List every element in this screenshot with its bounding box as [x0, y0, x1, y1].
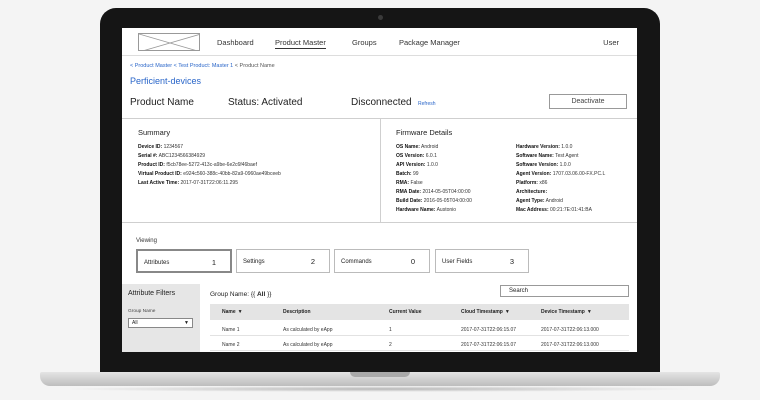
firmware-title: Firmware Details — [396, 128, 453, 137]
cell-device-timestamp: 2017-07-31T22:06:13.000 — [541, 327, 599, 333]
screen: Dashboard Product Master Groups Package … — [122, 28, 637, 352]
firmware-field: Architecture: — [516, 189, 548, 195]
firmware-field: Batch: 99 — [396, 171, 419, 177]
product-status: Status: Activated — [228, 97, 303, 108]
firmware-field: Platform: x86 — [516, 180, 548, 186]
summary-field: Serial #: ABC1234566384929 — [138, 153, 206, 159]
caret-down-icon: ▼ — [184, 320, 189, 326]
top-nav: Dashboard Product Master Groups Package … — [122, 28, 637, 56]
deactivate-button[interactable]: Deactivate — [549, 94, 627, 109]
summary-list: Device ID: 1234567 Serial #: ABC12345663… — [138, 143, 281, 188]
column-description-header[interactable]: Description — [283, 309, 311, 315]
laptop-notch — [350, 372, 410, 377]
firmware-field: API Version: 1.0.0 — [396, 162, 438, 168]
nav-user[interactable]: User — [603, 38, 619, 47]
tab-count: 3 — [509, 257, 514, 266]
firmware-field: Agent Version: 1707.03.06.00-FX.PC.L — [516, 171, 606, 177]
group-name-label: Group Name — [128, 309, 156, 314]
nav-package-manager[interactable]: Package Manager — [399, 38, 460, 47]
connection-status: Disconnected — [351, 97, 412, 108]
cell-description: As calculated by eApp — [283, 327, 333, 333]
firmware-field: RMA: False — [396, 180, 423, 186]
breadcrumb-product-master[interactable]: < Product Master — [130, 63, 172, 69]
caret-down-icon: ▼ — [586, 309, 592, 315]
product-name: Product Name — [130, 97, 194, 108]
cell-current-value: 2 — [389, 342, 392, 348]
org-subtitle[interactable]: Perficient-devices — [130, 76, 201, 86]
divider — [380, 118, 381, 222]
tab-commands[interactable]: Commands 0 — [334, 249, 430, 273]
camera-icon — [378, 15, 383, 20]
attribute-filters-panel: Attribute Filters Group Name All ▼ — [122, 284, 200, 352]
tab-count: 0 — [410, 257, 415, 266]
cell-name: Name 1 — [222, 327, 240, 333]
tab-user-fields[interactable]: User Fields 3 — [435, 249, 529, 273]
caret-down-icon: ▼ — [504, 309, 510, 315]
column-current-value-header[interactable]: Current Value — [389, 309, 422, 315]
filters-title: Attribute Filters — [128, 290, 176, 297]
tab-label: Attributes — [144, 260, 170, 266]
caret-down-icon: ▼ — [237, 309, 243, 315]
divider — [122, 222, 637, 223]
search-input[interactable]: Search — [500, 285, 629, 297]
column-device-timestamp-header[interactable]: Device Timestamp ▼ — [541, 309, 592, 315]
breadcrumb-test-product[interactable]: < Test Product: Master 1 — [174, 63, 234, 69]
summary-title: Summary — [138, 128, 171, 137]
firmware-field: Agent Type: Android — [516, 198, 563, 204]
nav-groups[interactable]: Groups — [352, 38, 377, 47]
firmware-field: RMA Date: 2014-05-05T04:00:00 — [396, 189, 471, 195]
viewing-label: Viewing — [136, 238, 157, 244]
group-name-heading: Group Name: {{ All }} — [210, 291, 272, 298]
summary-field: Last Active Time: 2017-07-31T22:06:11.29… — [138, 180, 238, 186]
laptop-shadow — [60, 386, 700, 392]
nav-dashboard[interactable]: Dashboard — [217, 38, 254, 47]
tab-label: Settings — [243, 259, 265, 265]
refresh-link[interactable]: Refresh — [418, 101, 436, 107]
tab-attributes[interactable]: Attributes 1 — [136, 249, 232, 273]
summary-field: Product ID: f5cb78ee-5272-413c-a9be-6e2c… — [138, 162, 257, 168]
tab-count: 2 — [310, 257, 315, 266]
firmware-field: Mac Address: 00:21:7E:01:41:BA — [516, 207, 592, 213]
firmware-list-left: OS Name: Android OS Version: 6.0.1 API V… — [396, 143, 472, 215]
cell-cloud-timestamp: 2017-07-31T22:06:15.07 — [461, 327, 517, 333]
tab-count: 1 — [211, 258, 216, 267]
breadcrumb-product-name: < Product Name — [234, 63, 275, 69]
cell-device-timestamp: 2017-07-31T22:06:13.000 — [541, 342, 599, 348]
tab-label: User Fields — [442, 259, 473, 265]
group-select[interactable]: All ▼ — [128, 318, 193, 328]
cell-name: Name 2 — [222, 342, 240, 348]
summary-field: Virtual Product ID: e924c560-388c-40bb-8… — [138, 171, 281, 177]
firmware-field: Hardware Name: Austonio — [396, 207, 457, 213]
firmware-field: Software Name: Test Agent — [516, 153, 579, 159]
logo-placeholder-icon[interactable] — [138, 33, 200, 51]
firmware-field: OS Name: Android — [396, 144, 439, 150]
cell-cloud-timestamp: 2017-07-31T22:06:15.07 — [461, 342, 517, 348]
tab-label: Commands — [341, 259, 372, 265]
tab-settings[interactable]: Settings 2 — [236, 249, 330, 273]
cell-current-value: 1 — [389, 327, 392, 333]
breadcrumb: < Product Master < Test Product: Master … — [130, 63, 275, 69]
firmware-field: Software Version: 1.0.0 — [516, 162, 571, 168]
column-name-header[interactable]: Name ▼ — [222, 309, 243, 315]
nav-product-master[interactable]: Product Master — [275, 38, 326, 49]
group-select-value: All — [132, 320, 138, 326]
cell-description: As calculated by eApp — [283, 342, 333, 348]
table-header: Name ▼ Description Current Value Cloud Ti… — [210, 304, 629, 320]
table-row[interactable]: Name 1 As calculated by eApp 1 2017-07-3… — [210, 322, 629, 336]
firmware-field: Hardware Version: 1.0.0 — [516, 144, 573, 150]
firmware-field: OS Version: 6.0.1 — [396, 153, 437, 159]
column-cloud-timestamp-header[interactable]: Cloud Timestamp ▼ — [461, 309, 510, 315]
summary-field: Device ID: 1234567 — [138, 144, 184, 150]
firmware-list-right: Hardware Version: 1.0.0 Software Name: T… — [516, 143, 605, 215]
table-row[interactable]: Name 2 As calculated by eApp 2 2017-07-3… — [210, 337, 629, 351]
firmware-field: Build Date: 2016-05-05T04:00:00 — [396, 198, 472, 204]
